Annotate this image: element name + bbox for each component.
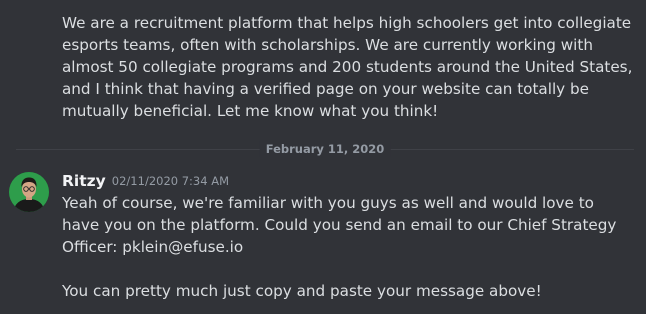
username[interactable]: Ritzy <box>62 172 106 190</box>
previous-message: We are a recruitment platform that helps… <box>62 12 634 122</box>
message-header: Ritzy 02/11/2020 7:34 AM <box>62 170 229 192</box>
user-avatar-icon[interactable] <box>9 172 49 212</box>
message-line: Yeah of course, we're familiar with you … <box>62 194 617 257</box>
message-content: Yeah of course, we're familiar with you … <box>62 192 634 302</box>
message-timestamp[interactable]: 02/11/2020 7:34 AM <box>112 174 229 188</box>
date-divider-label: February 11, 2020 <box>259 141 391 157</box>
chat-messages: We are a recruitment platform that helps… <box>0 0 646 314</box>
previous-message-text: We are a recruitment platform that helps… <box>62 14 633 121</box>
message-line: You can pretty much just copy and paste … <box>62 282 542 301</box>
date-divider: February 11, 2020 <box>16 141 634 157</box>
message-line-gap <box>62 258 634 280</box>
